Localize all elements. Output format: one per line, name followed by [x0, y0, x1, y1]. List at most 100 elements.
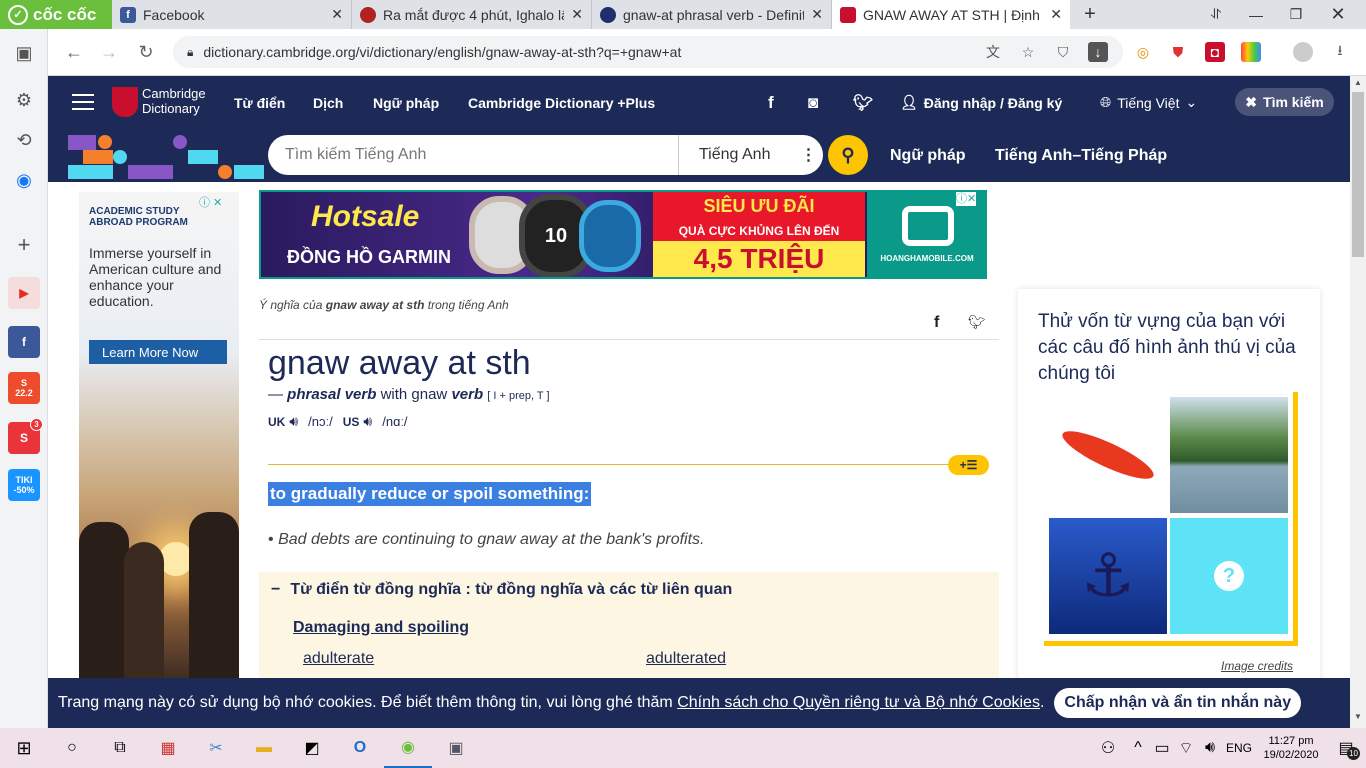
new-tab-button[interactable]: +	[1070, 0, 1110, 29]
thesaurus-header[interactable]: − Từ điển từ đồng nghĩa : từ đồng nghĩa …	[271, 581, 732, 599]
tiki-icon[interactable]: TIKI -50%	[8, 469, 40, 501]
search-toggle-button[interactable]: ✖ Tìm kiếm	[1235, 88, 1334, 116]
clock[interactable]: 11:27 pm 19/02/2020	[1256, 734, 1326, 762]
site-logo[interactable]: Cambridge Dictionary	[142, 86, 206, 116]
shopee-icon[interactable]: S 22.2	[8, 372, 40, 404]
us-audio-icon[interactable]: 🔊︎	[363, 413, 372, 430]
instagram-icon[interactable]: ◙	[808, 76, 818, 129]
color-extension-icon[interactable]	[1241, 42, 1261, 62]
downloads-icon[interactable]: ⭳	[1330, 42, 1350, 62]
outlook-icon[interactable]: O	[336, 728, 384, 768]
settings-icon[interactable]: ⚙	[8, 84, 40, 116]
accept-cookies-button[interactable]: Chấp nhận và ẩn tin nhắn này	[1054, 688, 1302, 718]
nav-grammar-link[interactable]: Ngữ pháp	[890, 129, 966, 182]
ad-cta-button[interactable]: Learn More Now	[89, 340, 227, 364]
language-indicator[interactable]: ENG	[1222, 741, 1256, 755]
coccoc-ext-icon[interactable]: ◎	[1133, 42, 1153, 62]
quiz-grid[interactable]: ⚓︎ ?	[1044, 392, 1298, 646]
maximize-button[interactable]: ❐	[1276, 0, 1316, 29]
menu-plus[interactable]: Cambridge Dictionary +Plus	[468, 76, 655, 129]
menu-grammar[interactable]: Ngữ pháp	[373, 76, 439, 129]
add-shortcut-icon[interactable]: +	[8, 229, 40, 261]
forward-button[interactable]: →	[93, 29, 125, 76]
cookie-policy-link[interactable]: Chính sách cho Quyền riêng tư và Bộ nhớ …	[677, 694, 1040, 712]
hamburger-menu-icon[interactable]	[72, 91, 94, 113]
vertical-scrollbar[interactable]: ▲ ▼	[1350, 76, 1366, 728]
tab-search-icon[interactable]: ⥯	[1196, 0, 1236, 29]
login-link[interactable]: 👤︎ Đăng nhập / Đăng ký	[900, 76, 1062, 129]
tab-news[interactable]: Ra mắt được 4 phút, Ighalo lậ ✕	[352, 0, 592, 29]
sendo-icon[interactable]: S3	[8, 418, 43, 454]
close-window-button[interactable]: ✕	[1318, 0, 1358, 29]
barge-image[interactable]	[1170, 397, 1288, 513]
thesaurus-word-link[interactable]: adulterated	[646, 650, 726, 668]
file-explorer-icon[interactable]: ▬	[240, 728, 288, 768]
star-icon[interactable]: ☆	[1018, 42, 1038, 62]
anchor-image[interactable]: ⚓︎	[1049, 518, 1167, 634]
download-page-icon[interactable]: ↓	[1088, 42, 1108, 62]
history-icon[interactable]: ⟲	[8, 124, 40, 156]
banner-advertisement[interactable]: Hotsale ĐỒNG HỒ GARMIN 10 SIÊU ƯU ĐÃI QU…	[259, 190, 987, 279]
share-twitter-icon[interactable]: 🐦︎	[968, 314, 986, 331]
ad-choices-icon[interactable]: ⓘ ✕	[199, 194, 222, 210]
task-view-icon[interactable]: ⧉	[96, 728, 144, 768]
profile-avatar[interactable]	[1293, 42, 1313, 62]
coccoc-taskbar-icon[interactable]: ◉	[384, 728, 432, 768]
back-button[interactable]: ←	[58, 29, 90, 76]
image-credits-link[interactable]: Image credits	[1221, 659, 1293, 673]
volume-icon[interactable]: 🔊︎	[1198, 728, 1222, 768]
people-icon[interactable]: ⚇	[1090, 728, 1126, 768]
mystery-image[interactable]: ?	[1170, 518, 1288, 634]
uk-audio-icon[interactable]: 🔊︎	[289, 413, 298, 430]
add-to-wordlist-button[interactable]: +☰	[948, 455, 989, 475]
sidebar-toggle-icon[interactable]: ▣	[8, 37, 40, 69]
action-center-icon[interactable]: ▤ 10	[1326, 728, 1366, 768]
twitter-icon[interactable]: 🐦︎	[853, 76, 873, 129]
search-icon[interactable]: ○	[48, 728, 96, 768]
translate-icon[interactable]: 文	[983, 42, 1003, 62]
messenger-icon[interactable]: ◉	[8, 164, 40, 196]
close-icon[interactable]: ✕	[811, 6, 823, 23]
network-icon[interactable]: ⌔	[1174, 728, 1198, 768]
facebook-icon[interactable]: f	[768, 76, 774, 129]
search-input[interactable]: Tìm kiếm Tiếng Anh	[268, 146, 678, 164]
tab-facebook[interactable]: f Facebook ✕	[112, 0, 352, 29]
windows-start-icon[interactable]: ⊞	[0, 728, 48, 768]
app-icon[interactable]: ▣	[432, 728, 480, 768]
definition: to gradually reduce or spoil something:	[268, 482, 592, 506]
menu-translate[interactable]: Dịch	[313, 76, 343, 129]
kayak-image[interactable]	[1049, 397, 1167, 513]
ad-choices-icon[interactable]: ⓘ✕	[956, 192, 977, 206]
browser-brand[interactable]: ✓ cốc cốc	[0, 0, 112, 29]
app-icon[interactable]: ▦	[144, 728, 192, 768]
thesaurus-word-link[interactable]: adulterate	[303, 650, 374, 668]
scroll-up-icon[interactable]: ▲	[1354, 78, 1362, 87]
battery-icon[interactable]: ▭	[1150, 728, 1174, 768]
tab-oxford[interactable]: gnaw-at phrasal verb - Definit ✕	[592, 0, 832, 29]
extension-red-icon[interactable]: ◘	[1205, 42, 1225, 62]
close-icon[interactable]: ✕	[571, 6, 583, 23]
tab-cambridge[interactable]: GNAW AWAY AT STH | Định n ✕	[832, 0, 1070, 29]
dictionary-selector[interactable]: Tiếng Anh ⋮	[678, 135, 823, 175]
minimize-button[interactable]: —	[1236, 0, 1276, 29]
menu-dictionary[interactable]: Từ điển	[234, 76, 285, 129]
chevron-up-icon[interactable]: ^	[1126, 728, 1150, 768]
close-icon[interactable]: ✕	[331, 6, 343, 23]
thesaurus-group-link[interactable]: Damaging and spoiling	[293, 619, 469, 637]
scroll-down-icon[interactable]: ▼	[1354, 712, 1362, 721]
shield-icon[interactable]: ⛉	[1053, 42, 1073, 62]
sticky-notes-icon[interactable]: ◩	[288, 728, 336, 768]
url-box[interactable]: 🔒︎ dictionary.cambridge.org/vi/dictionar…	[173, 36, 1123, 68]
facebook-shortcut-icon[interactable]: f	[8, 326, 40, 358]
search-button[interactable]: ⚲	[828, 135, 868, 175]
youtube-icon[interactable]: ▶	[8, 277, 40, 309]
snipping-tool-icon[interactable]: ✂	[192, 728, 240, 768]
left-advertisement[interactable]: ⓘ ✕ ACADEMIC STUDY ABROAD PROGRAM Immers…	[79, 192, 239, 682]
nav-en-fr-link[interactable]: Tiếng Anh–Tiếng Pháp	[995, 129, 1167, 182]
scroll-thumb[interactable]	[1352, 92, 1364, 257]
adblock-icon[interactable]: ⛊	[1168, 42, 1188, 62]
share-facebook-icon[interactable]: f	[934, 314, 939, 332]
close-icon[interactable]: ✕	[1050, 6, 1062, 23]
reload-button[interactable]: ↻	[130, 29, 162, 76]
language-selector[interactable]: 🌐︎ Tiếng Việt ⌄	[1100, 76, 1197, 129]
